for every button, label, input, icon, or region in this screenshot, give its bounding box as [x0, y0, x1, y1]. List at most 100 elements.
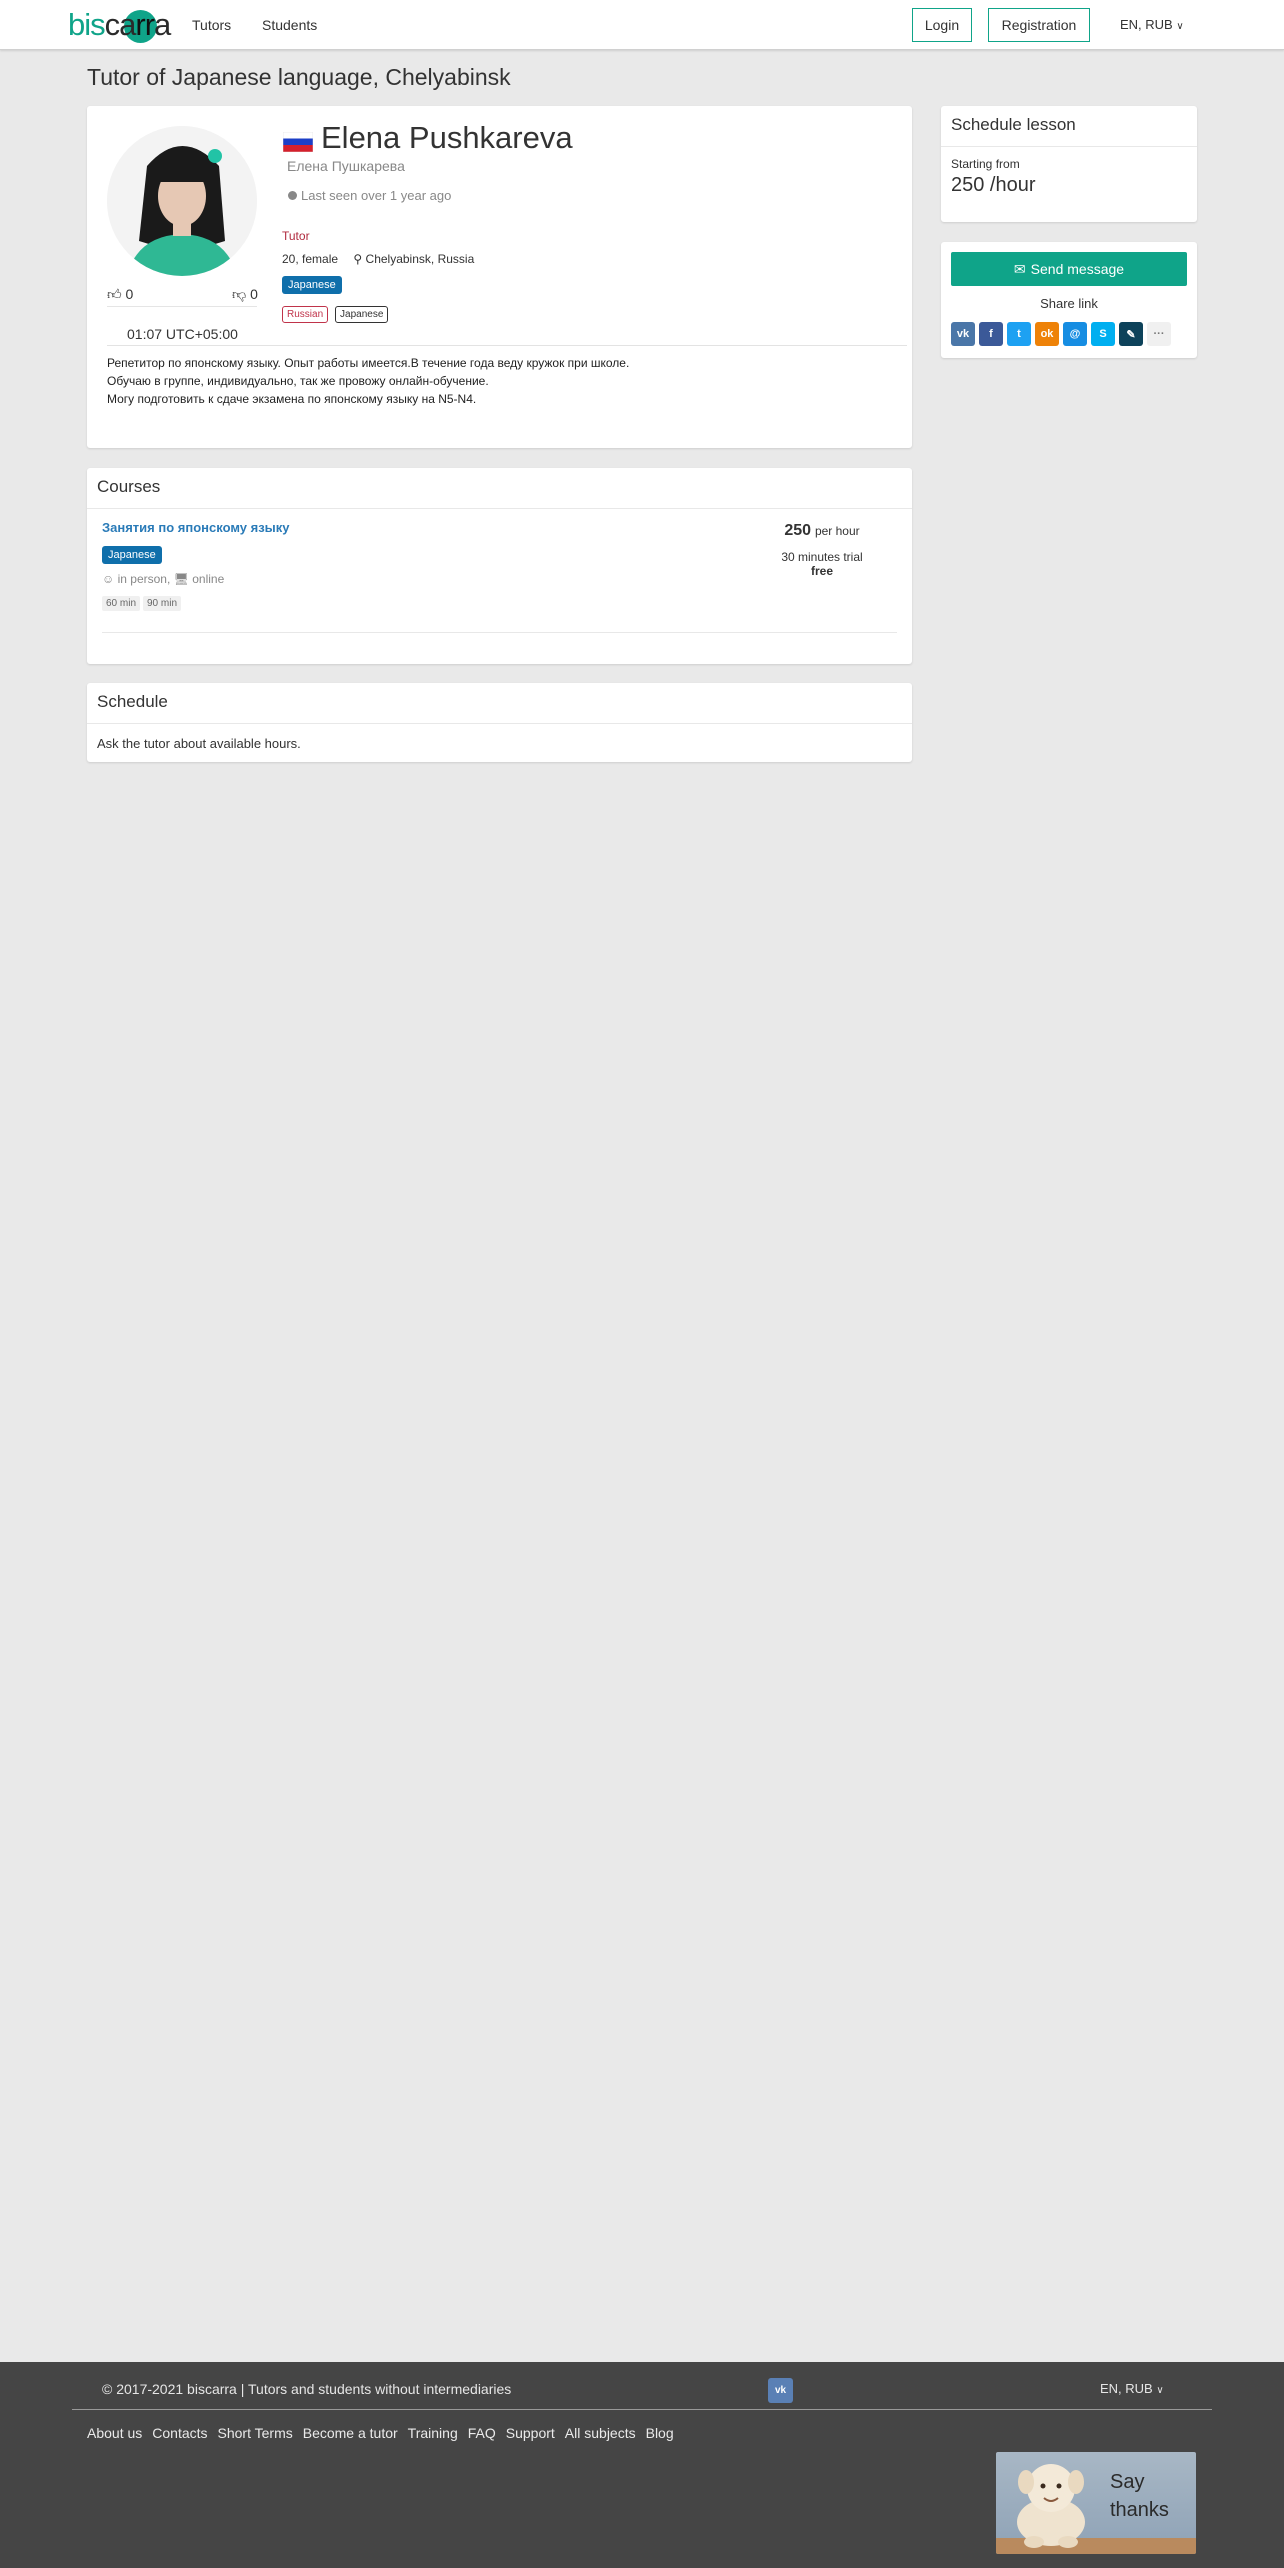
- thanks-line: Say: [1110, 2471, 1145, 2493]
- footer-language-selector[interactable]: EN, RUB ∨: [1100, 2381, 1164, 2396]
- biscarra-logo[interactable]: biscarra: [68, 8, 171, 43]
- course-badge-wrap: Japanese: [102, 545, 162, 564]
- nav-link-tutors[interactable]: Tutors: [192, 17, 231, 33]
- course-price: 250 per hour 30 minutes trial free: [747, 522, 897, 578]
- monitor-icon: 🖥︎: [173, 572, 189, 586]
- footer-link-training[interactable]: Training: [408, 2425, 458, 2441]
- mailru-icon[interactable]: @: [1063, 322, 1087, 346]
- send-message-button[interactable]: ✉ Send message: [951, 252, 1187, 286]
- subject-badge-wrap: Japanese: [282, 275, 342, 294]
- avatar-photo: [107, 126, 257, 276]
- footer-link-become-tutor[interactable]: Become a tutor: [303, 2425, 398, 2441]
- facebook-icon[interactable]: f: [979, 322, 1003, 346]
- schedule-lesson-heading: Schedule lesson: [951, 115, 1076, 134]
- chevron-down-icon: ∨: [1156, 2385, 1164, 2396]
- russia-flag-icon: [283, 132, 313, 152]
- duration-tag: 60 min: [102, 596, 141, 611]
- vk-icon[interactable]: vk: [768, 2378, 793, 2403]
- schedule-lesson-card: Schedule lesson Starting from 250 /hour: [941, 106, 1197, 222]
- divider: [87, 508, 912, 509]
- tutor-bio: Репетитор по японскому языку. Опыт работ…: [107, 354, 629, 408]
- footer-link-about[interactable]: About us: [87, 2425, 142, 2441]
- tutor-name: Elena Pushkareva: [321, 120, 573, 155]
- course-title-link[interactable]: Занятия по японскому языку: [102, 520, 290, 535]
- bio-line: Могу подготовить к сдаче экзамена по япо…: [107, 392, 477, 406]
- footer-link-all-subjects[interactable]: All subjects: [565, 2425, 636, 2441]
- chevron-down-icon: ∨: [1176, 21, 1184, 32]
- dislikes-count: 0: [250, 286, 258, 302]
- language-tags: Russian Japanese: [282, 304, 389, 323]
- footer-link-short-terms[interactable]: Short Terms: [218, 2425, 293, 2441]
- trial-label: 30 minutes trial: [781, 550, 863, 564]
- copyright: © 2017-2021 biscarra | Tutors and studen…: [102, 2381, 512, 2397]
- twitter-icon[interactable]: t: [1007, 322, 1031, 346]
- courses-card: Courses Занятия по японскому языку Japan…: [87, 468, 912, 664]
- footer-link-blog[interactable]: Blog: [646, 2425, 674, 2441]
- registration-button[interactable]: Registration: [988, 8, 1090, 42]
- schedule-card: Schedule Ask the tutor about available h…: [87, 683, 912, 762]
- skype-icon[interactable]: S: [1091, 322, 1115, 346]
- last-seen-text: Last seen over 1 year ago: [301, 188, 452, 203]
- footer-language-label: EN, RUB: [1100, 2381, 1153, 2396]
- starting-from-label: Starting from: [951, 157, 1020, 171]
- send-message-label: Send message: [1030, 261, 1125, 277]
- course-price-value: 250: [784, 522, 812, 539]
- say-thanks-text: Say thanks: [1110, 2468, 1169, 2524]
- age-gender: 20, female: [282, 252, 339, 266]
- course-price-unit: per hour: [814, 524, 860, 538]
- share-link-label: Share link: [1040, 296, 1098, 311]
- contact-card: ✉ Send message Share link vk f t ok @ S …: [941, 242, 1197, 358]
- status-dot-icon: [288, 191, 297, 200]
- thumbs-up-icon: 👍︎: [107, 286, 122, 302]
- map-marker-icon: ⚲: [353, 252, 363, 266]
- divider: [107, 345, 907, 346]
- envelope-icon: ✉: [1013, 260, 1026, 277]
- language-tag-japanese: Japanese: [335, 306, 389, 323]
- footer: © 2017-2021 biscarra | Tutors and studen…: [0, 2362, 1284, 2568]
- language-currency-selector[interactable]: EN, RUB ∨: [1120, 17, 1184, 32]
- livejournal-icon[interactable]: ✎: [1119, 322, 1143, 346]
- divider: [107, 306, 257, 307]
- trial-price: free: [810, 564, 833, 578]
- footer-link-faq[interactable]: FAQ: [468, 2425, 496, 2441]
- thanks-line: thanks: [1110, 2499, 1169, 2521]
- mode-online: online: [192, 572, 225, 586]
- avatar: [107, 126, 257, 276]
- schedule-text: Ask the tutor about available hours.: [97, 736, 301, 751]
- vk-icon[interactable]: vk: [951, 322, 975, 346]
- subject-badge[interactable]: Japanese: [282, 276, 342, 294]
- location: Chelyabinsk, Russia: [365, 252, 475, 266]
- thumbs-down-icon: 👎︎: [232, 286, 247, 302]
- mode-in-person: in person,: [117, 572, 171, 586]
- footer-links: About us Contacts Short Terms Become a t…: [87, 2425, 674, 2441]
- more-icon[interactable]: ···: [1147, 322, 1171, 346]
- last-seen-status: Last seen over 1 year ago: [288, 188, 451, 203]
- starting-price: 250 /hour: [951, 174, 1036, 196]
- bio-line: Обучаю в группе, индивидуально, так же п…: [107, 374, 489, 388]
- course-modes: ☺ in person, 🖥︎ online: [102, 572, 224, 586]
- divider: [102, 632, 897, 633]
- courses-heading: Courses: [97, 477, 161, 496]
- login-button[interactable]: Login: [912, 8, 972, 42]
- share-buttons: vk f t ok @ S ✎ ···: [951, 322, 1171, 346]
- likes-counter[interactable]: 👍︎ 0: [107, 286, 133, 303]
- divider: [941, 146, 1197, 147]
- schedule-heading: Schedule: [97, 692, 168, 711]
- divider: [72, 2409, 1212, 2410]
- smile-icon: ☺: [102, 572, 115, 586]
- footer-link-contacts[interactable]: Contacts: [152, 2425, 207, 2441]
- profile-card: 👍︎ 0 👎︎ 0 01:07 UTC+05:00 Elena Pushkare…: [87, 106, 912, 448]
- say-thanks-banner[interactable]: Say thanks: [996, 2452, 1196, 2554]
- odnoklassniki-icon[interactable]: ok: [1035, 322, 1059, 346]
- native-name: Елена Пушкарева: [287, 158, 405, 174]
- local-time: 01:07 UTC+05:00: [127, 326, 238, 342]
- nav-link-students[interactable]: Students: [262, 17, 317, 33]
- divider: [87, 723, 912, 724]
- tutor-meta: 20, female ⚲ Chelyabinsk, Russia: [282, 252, 474, 266]
- course-subject-badge[interactable]: Japanese: [102, 546, 162, 564]
- likes-count: 0: [125, 286, 134, 302]
- page-title: Tutor of Japanese language, Chelyabinsk: [87, 64, 511, 90]
- language-tag-russian: Russian: [282, 306, 329, 323]
- footer-link-support[interactable]: Support: [506, 2425, 555, 2441]
- dislikes-counter[interactable]: 👎︎ 0: [232, 286, 258, 303]
